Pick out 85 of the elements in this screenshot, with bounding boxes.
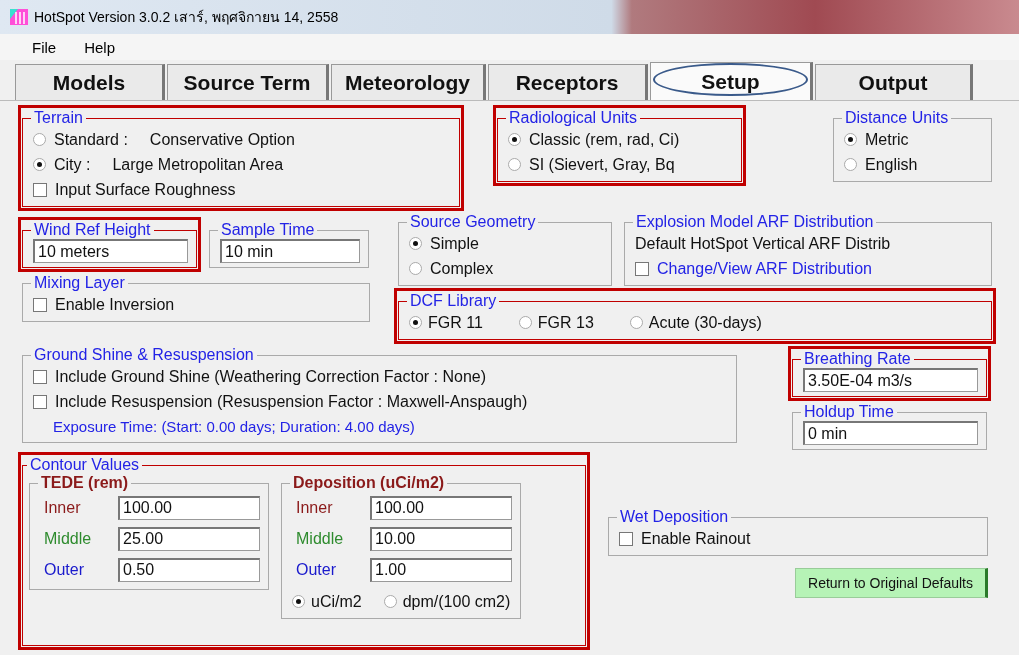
tab[interactable]: Output bbox=[815, 64, 973, 100]
tab[interactable]: Setup bbox=[650, 62, 813, 100]
group-title: Distance Units bbox=[844, 109, 950, 127]
option-label: Enable Inversion bbox=[55, 295, 175, 314]
note-text: Exposure Time: (Start: 0.00 days; Duration: 4.00 days) bbox=[53, 416, 416, 437]
radio-button[interactable] bbox=[409, 237, 422, 250]
text-field[interactable]: 0 min bbox=[803, 421, 978, 445]
radio-button[interactable] bbox=[409, 316, 422, 329]
group-title: Mixing Layer bbox=[33, 274, 126, 292]
option-label: Change/View ARF Distribution bbox=[657, 259, 872, 278]
app-icon bbox=[10, 9, 28, 25]
radio-button[interactable] bbox=[508, 158, 521, 171]
group-title: Wet Deposition bbox=[619, 508, 730, 526]
option-label: Simple bbox=[430, 234, 479, 253]
defaults-button[interactable]: Return to Original Defaults bbox=[795, 568, 988, 598]
window-title: HotSpot Version 3.0.2 เสาร์, พฤศจิกายน 14, 2558 bbox=[34, 8, 339, 27]
group-title: TEDE (rem) bbox=[40, 474, 130, 492]
radio-button[interactable] bbox=[292, 595, 305, 608]
group-title: Explosion Model ARF Distribution bbox=[635, 213, 875, 231]
menu-item[interactable]: File bbox=[18, 38, 71, 56]
group-title: Ground Shine & Resuspension bbox=[33, 346, 255, 364]
checkbox[interactable] bbox=[635, 261, 649, 276]
radio-button[interactable] bbox=[844, 158, 857, 171]
option-label: City : bbox=[54, 155, 91, 174]
text-field[interactable]: 10 min bbox=[220, 239, 360, 263]
option-label: Input Surface Roughness bbox=[55, 180, 236, 199]
group-title: Radiological Units bbox=[508, 109, 639, 127]
option-label: SI (Sievert, Gray, Bq bbox=[529, 155, 675, 174]
group-title: DCF Library bbox=[409, 292, 498, 310]
group-title: Breathing Rate bbox=[803, 350, 912, 368]
text-field[interactable]: 10 meters bbox=[33, 239, 188, 263]
radio-button[interactable] bbox=[518, 316, 532, 329]
contour-label: Inner bbox=[295, 498, 334, 517]
option-label: Include Ground Shine (Weathering Correction Factor : None) bbox=[55, 367, 487, 386]
option-description: Large Metropolitan Area bbox=[112, 155, 284, 174]
option-label: Acute (30-days) bbox=[648, 313, 762, 332]
checkbox[interactable] bbox=[33, 297, 47, 312]
group-title: Deposition (uCi/m2) bbox=[292, 474, 446, 492]
contour-label: Outer bbox=[295, 560, 337, 579]
text-field[interactable]: 10.00 bbox=[370, 526, 512, 551]
option-label: Standard : bbox=[54, 130, 128, 149]
contour-label: Outer bbox=[43, 560, 85, 579]
checkbox[interactable] bbox=[33, 182, 47, 197]
option-label: Enable Rainout bbox=[641, 529, 751, 548]
checkbox[interactable] bbox=[619, 531, 633, 546]
tab[interactable]: Receptors bbox=[488, 64, 648, 100]
option-description: Conservative Option bbox=[149, 130, 295, 149]
option-label: dpm/(100 cm2) bbox=[402, 592, 511, 611]
checkbox[interactable] bbox=[33, 394, 47, 409]
option-label: FGR 13 bbox=[537, 313, 594, 332]
option-label: Include Resuspension (Resuspension Factor : Maxwell-Anspaugh) bbox=[55, 392, 528, 411]
group-title: Holdup Time bbox=[803, 403, 895, 421]
option-label: FGR 11 bbox=[428, 313, 483, 332]
radio-button[interactable] bbox=[629, 316, 643, 329]
text-field[interactable]: 0.50 bbox=[118, 557, 260, 582]
text-field[interactable]: 1.00 bbox=[370, 557, 512, 582]
option-label: Classic (rem, rad, Ci) bbox=[529, 130, 680, 149]
radio-button[interactable] bbox=[508, 133, 521, 146]
text-field[interactable]: 25.00 bbox=[118, 526, 260, 551]
checkbox[interactable] bbox=[33, 369, 47, 384]
text-field[interactable]: 100.00 bbox=[118, 495, 260, 520]
group-title: Source Geometry bbox=[409, 213, 537, 231]
radio-button[interactable] bbox=[383, 595, 397, 608]
group-title: Terrain bbox=[33, 109, 84, 127]
contour-label: Middle bbox=[43, 529, 93, 548]
contour-label: Inner bbox=[43, 498, 82, 517]
contour-label: Middle bbox=[295, 529, 345, 548]
menu-item[interactable]: Help bbox=[70, 38, 130, 56]
text-field[interactable]: 3.50E-04 m3/s bbox=[803, 368, 978, 392]
radio-button[interactable] bbox=[844, 133, 857, 146]
group-title: Wind Ref Height bbox=[33, 221, 152, 239]
radio-button[interactable] bbox=[33, 158, 46, 171]
text-field[interactable]: 100.00 bbox=[370, 495, 512, 520]
option-label: Metric bbox=[865, 130, 909, 149]
option-label: English bbox=[865, 155, 918, 174]
tab[interactable]: Meteorology bbox=[331, 64, 486, 100]
option-label: Complex bbox=[430, 259, 494, 278]
radio-button[interactable] bbox=[33, 133, 46, 146]
option-label: uCi/m2 bbox=[311, 592, 362, 611]
tab[interactable]: Source Term bbox=[167, 64, 329, 100]
tab[interactable]: Models bbox=[15, 64, 165, 100]
group-title: Sample Time bbox=[220, 221, 316, 239]
radio-button[interactable] bbox=[409, 262, 422, 275]
info-text: Default HotSpot Vertical ARF Distrib bbox=[635, 233, 892, 254]
group-title: Contour Values bbox=[29, 456, 141, 474]
